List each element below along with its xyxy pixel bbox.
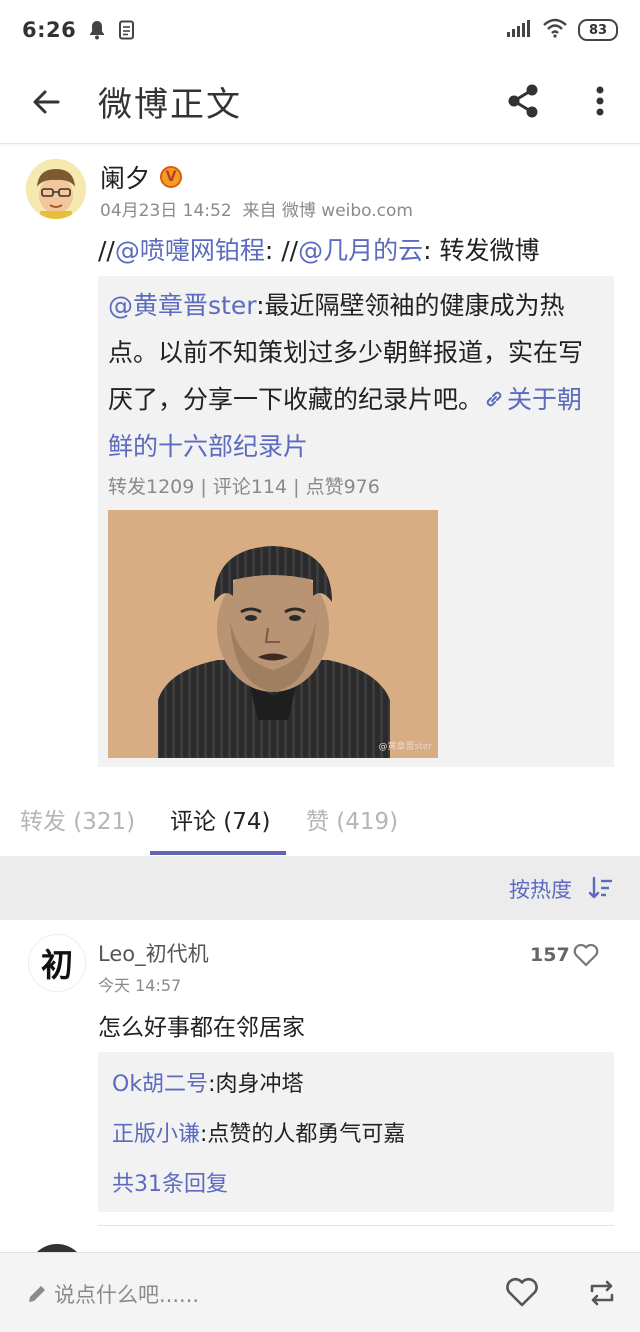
comment-input-placeholder: 说点什么吧...... bbox=[54, 1283, 200, 1307]
author-avatar[interactable] bbox=[26, 159, 86, 219]
share-button[interactable] bbox=[500, 78, 546, 124]
sort-bar: 按热度 bbox=[0, 856, 640, 920]
comment-text: 怎么好事都在邻居家 bbox=[98, 1015, 305, 1041]
sort-by-hot-button[interactable]: 按热度 bbox=[509, 874, 572, 904]
reply-author[interactable]: Ok胡二号 bbox=[112, 1072, 208, 1097]
heart-icon bbox=[506, 1277, 538, 1307]
comment-like-button[interactable] bbox=[572, 942, 600, 972]
mention-link[interactable]: @几月的云 bbox=[298, 236, 423, 265]
comment-input[interactable]: 说点什么吧...... bbox=[26, 1279, 199, 1309]
repost-icon bbox=[590, 1280, 614, 1306]
link-icon bbox=[486, 391, 502, 407]
comment-divider bbox=[98, 1225, 614, 1226]
verified-badge-icon: V bbox=[160, 166, 183, 188]
repost-stats: 转发1209 | 评论114 | 点赞976 bbox=[108, 476, 380, 498]
more-options-button[interactable] bbox=[580, 78, 620, 124]
repost-text: @黄章晋ster:最近隔壁领袖的健康成为热点。以前不知策划过多少朝鲜报道，实在写… bbox=[108, 282, 604, 470]
signal-icon bbox=[506, 18, 532, 42]
status-time: 6:26 bbox=[22, 18, 77, 42]
author-name[interactable]: 阑夕 V bbox=[100, 159, 183, 195]
tab-reposts[interactable]: 转发 (321) bbox=[20, 802, 135, 836]
comment-time: 今天 14:57 bbox=[98, 976, 182, 995]
like-button[interactable] bbox=[504, 1275, 540, 1313]
next-comment-partial bbox=[0, 1238, 640, 1252]
reposted-weibo[interactable]: @黄章晋ster:最近隔壁领袖的健康成为热点。以前不知策划过多少朝鲜报道，实在写… bbox=[98, 276, 614, 767]
text-separator: // bbox=[98, 236, 115, 265]
status-bar: 6:26 83 bbox=[0, 0, 640, 60]
comment-replies[interactable]: Ok胡二号:肉身冲塔 正版小谦:点赞的人都勇气可嘉 共31条回复 bbox=[98, 1052, 614, 1212]
comment-like-count: 157 bbox=[530, 944, 570, 966]
reply-item: Ok胡二号:肉身冲塔 bbox=[112, 1066, 303, 1098]
post-time: 04月23日 14:52 bbox=[100, 201, 232, 221]
image-watermark: @黄章晋ster bbox=[378, 742, 432, 752]
post-text: //@喷嚏网铂程: //@几月的云: 转发微博 bbox=[98, 233, 539, 269]
commenter-avatar[interactable] bbox=[28, 1244, 86, 1252]
share-icon bbox=[508, 84, 538, 118]
heart-icon bbox=[573, 943, 599, 967]
reply-item: 正版小谦:点赞的人都勇气可嘉 bbox=[112, 1116, 405, 1148]
tab-likes[interactable]: 赞 (419) bbox=[306, 802, 398, 836]
repost-author-link[interactable]: @黄章晋ster bbox=[108, 291, 256, 320]
mention-link[interactable]: @喷嚏网铂程 bbox=[115, 236, 265, 265]
author-name-text: 阑夕 bbox=[100, 164, 151, 193]
page-title: 微博正文 bbox=[98, 85, 242, 125]
pencil-icon bbox=[29, 1286, 45, 1302]
post-tabs: 转发 (321) 评论 (74) 赞 (419) bbox=[0, 782, 640, 856]
arrow-left-icon bbox=[33, 90, 60, 113]
app-bar: 微博正文 bbox=[0, 60, 640, 144]
back-button[interactable] bbox=[0, 60, 92, 144]
more-vertical-icon bbox=[596, 86, 604, 116]
bottom-action-bar: 说点什么吧...... bbox=[0, 1252, 640, 1332]
reply-text: :点赞的人都勇气可嘉 bbox=[200, 1122, 406, 1147]
comment-item: 初 Leo_初代机 今天 14:57 157 怎么好事都在邻居家 Ok胡二号:肉… bbox=[0, 920, 640, 1250]
sort-icon[interactable] bbox=[588, 875, 614, 905]
post-body: : 转发微博 bbox=[423, 236, 540, 265]
commenter-name[interactable]: Leo_初代机 bbox=[98, 938, 209, 968]
portrait-illustration bbox=[108, 510, 438, 758]
wifi-icon bbox=[542, 18, 568, 42]
post-source: 来自 微博 weibo.com bbox=[242, 201, 413, 221]
document-icon bbox=[118, 20, 136, 40]
commenter-avatar[interactable]: 初 bbox=[28, 934, 86, 992]
bell-icon bbox=[88, 20, 106, 40]
reply-author[interactable]: 正版小谦 bbox=[112, 1122, 200, 1147]
repost-button[interactable] bbox=[586, 1277, 618, 1313]
reply-text: :肉身冲塔 bbox=[208, 1072, 304, 1097]
tab-comments[interactable]: 评论 (74) bbox=[170, 802, 271, 836]
repost-image[interactable]: @黄章晋ster bbox=[108, 510, 438, 758]
post-meta: 04月23日 14:52 来自 微博 weibo.com bbox=[100, 196, 413, 221]
battery-indicator: 83 bbox=[578, 19, 618, 41]
more-replies-link[interactable]: 共31条回复 bbox=[112, 1166, 228, 1198]
text-separator: : // bbox=[264, 236, 299, 265]
active-tab-indicator bbox=[150, 851, 286, 855]
